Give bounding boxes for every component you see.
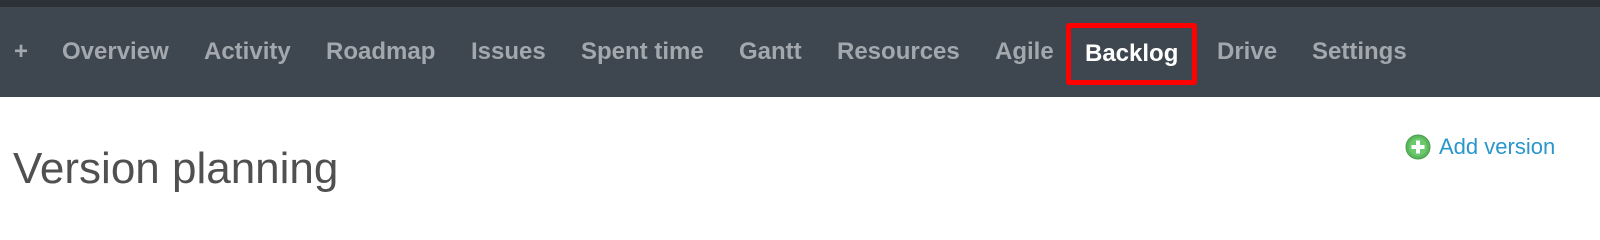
tab-agile[interactable]: Agile [995,7,1054,97]
tab-settings[interactable]: Settings [1312,7,1407,97]
tab-backlog[interactable]: Backlog [1066,23,1198,85]
tab-gantt[interactable]: Gantt [739,7,802,97]
tab-roadmap[interactable]: Roadmap [326,7,435,97]
tab-resources[interactable]: Resources [837,7,960,97]
add-version-link[interactable]: Add version [1405,132,1555,162]
top-header-strip [0,0,1600,7]
tab-activity[interactable]: Activity [204,7,291,97]
plus-circle-icon [1405,134,1431,160]
tab-drive[interactable]: Drive [1217,7,1277,97]
tab-issues[interactable]: Issues [471,7,546,97]
new-object-button[interactable]: + [14,7,28,97]
add-version-label: Add version [1439,134,1556,159]
tab-spent-time[interactable]: Spent time [581,7,704,97]
page-title: Version planning [13,144,339,193]
tab-overview[interactable]: Overview [62,7,169,97]
project-menu: + Overview Activity Roadmap Issues Spent… [0,7,1600,97]
